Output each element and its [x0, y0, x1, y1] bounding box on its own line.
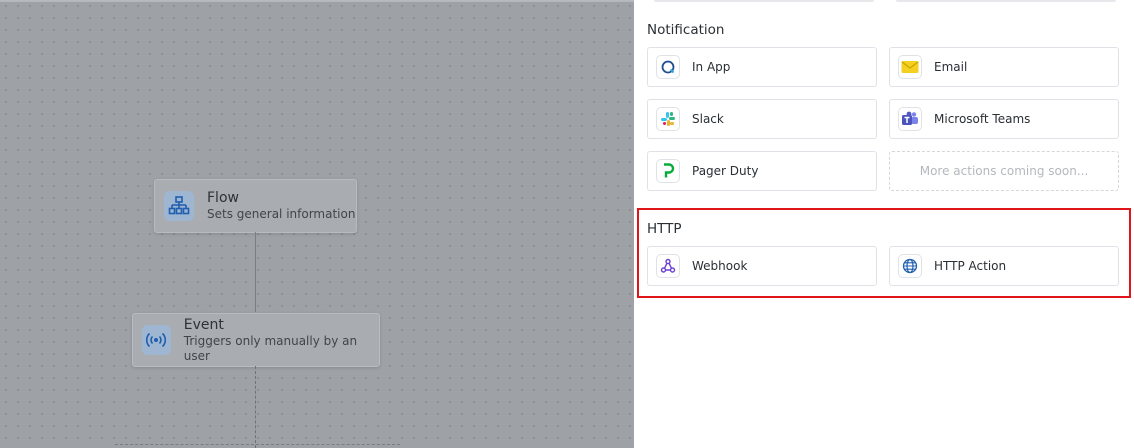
action-pager-duty[interactable]: Pager Duty — [647, 151, 877, 191]
action-microsoft-teams[interactable]: Microsoft Teams — [889, 99, 1119, 139]
flow-connector — [255, 232, 256, 312]
action-label: Microsoft Teams — [934, 112, 1031, 126]
event-connector — [255, 366, 256, 448]
action-label: Pager Duty — [692, 164, 759, 178]
canvas-top-edge — [0, 0, 634, 2]
more-actions-placeholder: More actions coming soon... — [889, 151, 1119, 191]
action-in-app[interactable]: In App — [647, 47, 877, 87]
event-node-title: Event — [183, 316, 224, 333]
email-icon — [898, 55, 922, 79]
action-label: Email — [934, 60, 968, 74]
action-slack[interactable]: Slack — [647, 99, 877, 139]
pagerduty-icon — [656, 159, 680, 183]
action-label: Slack — [692, 112, 724, 126]
broadcast-icon — [142, 325, 171, 355]
teams-icon — [898, 107, 922, 131]
slack-icon — [656, 107, 680, 131]
event-node[interactable]: Event Triggers only manually by an user — [132, 313, 380, 367]
event-node-subtitle: Triggers only manually by an user — [183, 333, 358, 363]
flow-node[interactable]: Flow Sets general information — [154, 179, 357, 233]
panel-top-card-edge — [896, 0, 1116, 2]
sitemap-icon — [164, 191, 194, 221]
flow-node-subtitle: Sets general information — [207, 207, 356, 221]
http-section-highlight — [637, 208, 1131, 298]
placeholder-label: More actions coming soon... — [919, 164, 1089, 178]
panel-top-card-edge — [654, 0, 874, 2]
flow-node-title: Flow — [207, 190, 239, 206]
flow-canvas: Flow Sets general information Event Trig… — [0, 0, 634, 448]
action-email[interactable]: Email — [889, 47, 1119, 87]
notification-section-title: Notification — [647, 22, 725, 38]
next-node-outline — [115, 444, 400, 445]
action-label: In App — [692, 60, 731, 74]
in-app-icon — [656, 55, 680, 79]
